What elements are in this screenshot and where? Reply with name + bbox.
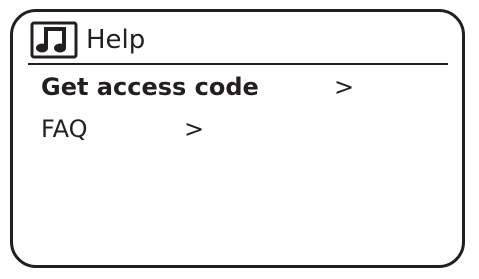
menu-item-label: Get access code [41, 73, 259, 101]
page-title: Help [86, 25, 146, 55]
chevron-right-icon: > [184, 115, 205, 143]
header-divider [28, 63, 448, 65]
music-note-icon [30, 21, 78, 59]
menu-item-label: FAQ [41, 115, 88, 143]
menu-item-faq[interactable]: FAQ > [41, 112, 204, 146]
screen-header: Help [30, 20, 145, 60]
menu-item-get-access-code[interactable]: Get access code > [41, 70, 354, 104]
chevron-right-icon: > [334, 73, 355, 101]
